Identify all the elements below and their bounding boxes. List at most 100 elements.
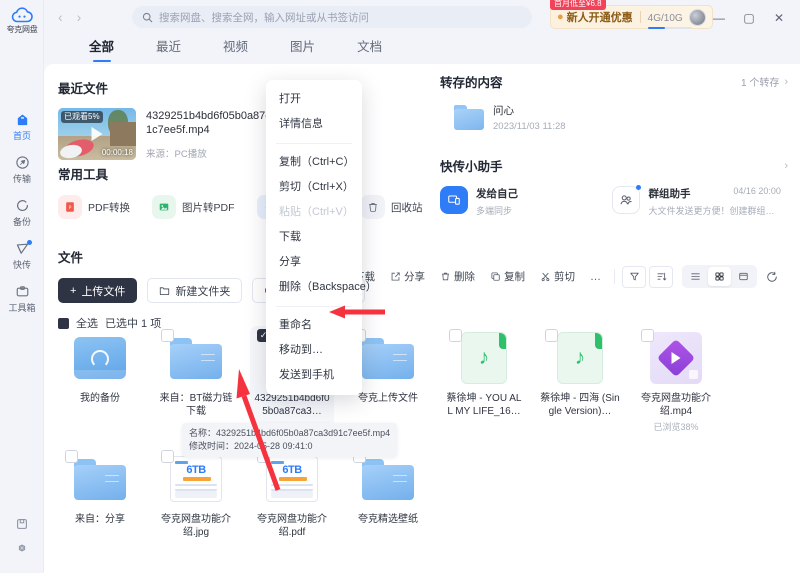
item-checkbox[interactable]	[545, 329, 558, 342]
sidebar-item-toolbox[interactable]: 工具箱	[0, 277, 44, 320]
detail-view-icon[interactable]	[732, 267, 755, 286]
helper-panel-title: 快传小助手	[440, 160, 503, 174]
grid-item-bt-folder[interactable]: 来自：BT磁力链下载	[154, 326, 238, 433]
filter-button[interactable]	[622, 265, 646, 288]
menu-item-paste: 粘贴（Ctrl+V）	[279, 206, 354, 218]
share-button[interactable]: 分享	[384, 265, 431, 288]
more-icon: …	[590, 270, 601, 283]
files-title: 文件	[58, 251, 84, 265]
maximize-button[interactable]: ▢	[734, 8, 764, 28]
save-icon[interactable]	[0, 517, 44, 531]
back-icon[interactable]: ‹	[58, 8, 63, 26]
menu-item-open[interactable]: 打开	[266, 87, 362, 112]
forward-icon[interactable]: ›	[77, 8, 82, 26]
close-button[interactable]: ✕	[764, 8, 794, 28]
promo-label: 新人开通优惠	[566, 12, 633, 24]
item-checkbox[interactable]	[65, 450, 78, 463]
tool-recycle-bin[interactable]: 回收站	[361, 195, 423, 219]
more-button[interactable]: …	[584, 265, 607, 288]
delete-button[interactable]: 删除	[434, 265, 481, 288]
grid-item-my-backup[interactable]: 我的备份	[58, 326, 142, 433]
menu-item-copy[interactable]: 复制（Ctrl+C）	[266, 150, 362, 175]
app-logo[interactable]: 夸克网盘	[0, 4, 44, 35]
sidebar-item-label: 备份	[12, 217, 31, 227]
menu-item-share[interactable]: 分享	[266, 250, 362, 275]
tab-all[interactable]: 全部	[68, 34, 135, 64]
sidebar-item-home[interactable]: 首页	[0, 105, 44, 148]
recent-file-thumbnail[interactable]: 已观看5% 00:00:18	[58, 108, 136, 160]
menu-item-move-to[interactable]: 移动到…	[266, 338, 362, 363]
settings-icon[interactable]	[0, 541, 44, 555]
folder-icon	[362, 458, 414, 500]
helper-item-name: 群组助手	[648, 188, 691, 200]
folder-icon	[454, 105, 484, 130]
tab-video[interactable]: 视频	[202, 34, 269, 64]
grid-view-icon[interactable]	[708, 267, 731, 286]
upload-file-button[interactable]: + 上传文件	[58, 278, 138, 303]
menu-item-details[interactable]: 详情信息	[266, 112, 362, 137]
new-folder-button[interactable]: 新建文件夹	[147, 278, 243, 303]
grid-item-intro-mp4[interactable]: 夸克网盘功能介绍.mp4 已浏览38%	[634, 326, 718, 433]
unread-dot	[636, 185, 642, 190]
menu-item-download[interactable]: 下载	[266, 225, 362, 250]
transfer-item[interactable]: 问心 2023/11/03 11:28	[440, 103, 792, 132]
transfer-count[interactable]: 1 个转存 ›	[741, 74, 788, 90]
storage-quota[interactable]: 4G/10G	[647, 10, 692, 29]
transfer-item-date: 2023/11/03 11:28	[493, 121, 566, 132]
helper-item-group[interactable]: 群组助手 大文件发送更方便！创建群组邀请好友… 04/16 20:00	[612, 185, 784, 217]
sidebar-item-transfer[interactable]: 传输	[0, 148, 44, 191]
grid-item-music-2[interactable]: ♪ 蔡徐坤 - 四海 (Single Version)…	[538, 326, 622, 433]
new-folder-icon	[159, 285, 170, 296]
helper-item-time: 04/16 20:00	[733, 186, 781, 196]
grid-item-wallpaper-folder[interactable]: 夸克精选壁纸	[346, 447, 430, 539]
tool-image-to-pdf[interactable]: 图片转PDF	[152, 195, 235, 219]
refresh-button[interactable]	[760, 265, 784, 288]
sidebar-item-label: 快传	[12, 260, 31, 270]
tab-image[interactable]: 图片	[269, 34, 336, 64]
file-name: 夸克网盘功能介绍.jpg	[161, 514, 231, 538]
view-mode-group	[682, 265, 757, 288]
tool-label: 图片转PDF	[182, 201, 235, 214]
chevron-right-icon[interactable]: ›	[784, 160, 788, 172]
cut-button[interactable]: 剪切	[534, 265, 581, 288]
quark-netdisk-window: 夸克网盘 首页 传输 备份 快传 工具箱 ‹ › 搜索网盘、搜索全网，输入网址或…	[0, 0, 800, 573]
tool-pdf-convert[interactable]: P PDF转换	[58, 195, 130, 219]
menu-item-delete[interactable]: 删除（Backspace）	[266, 275, 377, 300]
file-icon-wrapper	[58, 447, 142, 511]
sidebar-nav: 首页 传输 备份 快传 工具箱	[0, 105, 44, 320]
sidebar-item-label: 首页	[12, 131, 31, 141]
list-view-icon[interactable]	[684, 267, 707, 286]
menu-item-cut[interactable]: 剪切（Ctrl+X）	[266, 175, 362, 200]
grid-item-music-1[interactable]: ♪ 蔡徐坤 - YOU ALL MY LIFE_16…	[442, 326, 526, 433]
minimize-button[interactable]: —	[704, 8, 734, 28]
grid-item-share-folder[interactable]: 来自：分享	[58, 447, 142, 539]
helper-item-sub: 大文件发送更方便！创建群组邀请好友…	[648, 206, 776, 216]
helper-items: 发给自己 多端同步 群组助手 大文件发送更方便！创建群组邀请好友…	[440, 185, 792, 217]
file-icon-wrapper	[58, 326, 142, 390]
sort-button[interactable]	[649, 265, 673, 288]
tool-label: 回收站	[391, 201, 423, 214]
files-section: 文件 + 上传文件 新建文件夹 BT/磁力链下载	[58, 247, 792, 331]
image-thumbnail: 6TB	[170, 456, 222, 502]
item-checkbox[interactable]	[449, 329, 462, 342]
duration-label: 00:00:18	[101, 148, 133, 157]
tab-document[interactable]: 文档	[336, 34, 403, 64]
tab-recent[interactable]: 最近	[135, 34, 202, 64]
item-checkbox[interactable]	[161, 329, 174, 342]
disk-icon	[74, 337, 126, 379]
file-name: 来自：分享	[75, 514, 125, 525]
search-input[interactable]: 搜索网盘、搜索全网，输入网址或从书签访问	[132, 6, 532, 28]
grid-item-intro-jpg[interactable]: 6TB 夸克网盘功能介绍.jpg	[154, 447, 238, 539]
item-checkbox[interactable]	[641, 329, 654, 342]
copy-button[interactable]: 复制	[484, 265, 531, 288]
file-icon-wrapper: ♪	[538, 326, 622, 390]
folder-icon	[170, 337, 222, 379]
sidebar-item-fastsend[interactable]: 快传	[0, 234, 44, 277]
helper-item-self[interactable]: 发给自己 多端同步	[440, 186, 612, 217]
quota-bar	[647, 26, 692, 29]
plus-icon: +	[70, 284, 77, 297]
coin-icon: ●	[557, 11, 564, 23]
item-checkbox[interactable]	[161, 450, 174, 463]
sidebar-item-backup[interactable]: 备份	[0, 191, 44, 234]
trash-icon	[440, 271, 451, 282]
